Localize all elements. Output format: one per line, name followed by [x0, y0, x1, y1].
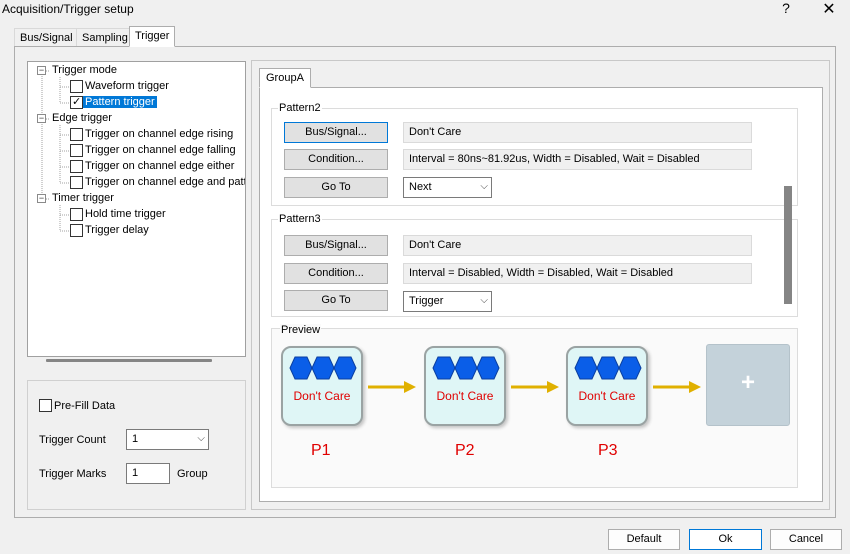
- trigger-count-label: Trigger Count: [39, 434, 106, 446]
- edge-either-checkbox[interactable]: [70, 160, 83, 173]
- pattern-block-p1[interactable]: Don't Care: [281, 346, 363, 426]
- pattern-block-text: Don't Care: [436, 389, 494, 403]
- trigger-count-value: 1: [132, 433, 139, 445]
- tree-item-trigger-delay[interactable]: Trigger delay: [85, 223, 149, 239]
- arrow-right-icon: [511, 381, 559, 393]
- trigger-marks-input[interactable]: 1: [126, 463, 170, 484]
- arrow-right-icon: [653, 381, 701, 393]
- pattern2-condition-button[interactable]: Condition...: [284, 149, 388, 170]
- ok-button[interactable]: Ok: [689, 529, 762, 550]
- pattern2-goto-select[interactable]: Next ⌵: [403, 177, 492, 198]
- tab-groupa[interactable]: GroupA: [259, 68, 311, 88]
- cancel-button[interactable]: Cancel: [770, 529, 842, 550]
- pattern2-bus-signal-button[interactable]: Bus/Signal...: [284, 122, 388, 143]
- pattern-block-text: Don't Care: [578, 389, 636, 403]
- pattern3-goto-button[interactable]: Go To: [284, 290, 388, 311]
- pattern3-condition-button[interactable]: Condition...: [284, 263, 388, 284]
- pattern3-bus-signal-button[interactable]: Bus/Signal...: [284, 235, 388, 256]
- tree-item-hold-time[interactable]: Hold time trigger: [85, 207, 166, 223]
- pattern2-goto-value: Next: [409, 181, 432, 193]
- pattern-block-p2[interactable]: Don't Care: [424, 346, 506, 426]
- pattern3-bus-signal-value: Don't Care: [403, 235, 752, 256]
- pattern-label-p3: P3: [598, 442, 618, 459]
- trigger-delay-checkbox[interactable]: [70, 224, 83, 237]
- pattern2-condition-value: Interval = 80ns~81.92us, Width = Disable…: [403, 149, 752, 170]
- pattern2-goto-button[interactable]: Go To: [284, 177, 388, 198]
- hexagon-icon: [289, 356, 357, 380]
- pattern-block-text: Don't Care: [293, 389, 351, 403]
- close-button[interactable]: ✕: [818, 0, 840, 19]
- tree-item-edge-and-pattern[interactable]: Trigger on channel edge and patt: [85, 175, 245, 191]
- tree-horizontal-scrollbar[interactable]: [46, 359, 212, 362]
- edge-and-pattern-checkbox[interactable]: [70, 176, 83, 189]
- edge-falling-checkbox[interactable]: [70, 144, 83, 157]
- tree-group-timer-trigger[interactable]: Timer trigger: [52, 191, 114, 207]
- edge-rising-checkbox[interactable]: [70, 128, 83, 141]
- chevron-down-icon: ⌵: [480, 181, 488, 192]
- tree-item-edge-falling[interactable]: Trigger on channel edge falling: [85, 143, 236, 159]
- trigger-tree: − Trigger mode Waveform trigger Pattern …: [27, 61, 246, 357]
- collapse-icon[interactable]: −: [37, 66, 46, 75]
- pattern-block-p3[interactable]: Don't Care: [566, 346, 648, 426]
- trigger-marks-label: Trigger Marks: [39, 468, 107, 480]
- pattern3-condition-value: Interval = Disabled, Width = Disabled, W…: [403, 263, 752, 284]
- tree-item-edge-rising[interactable]: Trigger on channel edge rising: [85, 127, 233, 143]
- waveform-trigger-checkbox[interactable]: [70, 80, 83, 93]
- tab-sampling[interactable]: Sampling: [76, 28, 134, 46]
- collapse-icon[interactable]: −: [37, 114, 46, 123]
- tab-trigger[interactable]: Trigger: [129, 26, 176, 47]
- prefill-label: Pre-Fill Data: [54, 400, 116, 412]
- plus-icon: +: [740, 369, 755, 396]
- preview-title: Preview: [280, 324, 322, 336]
- tree-item-waveform-trigger[interactable]: Waveform trigger: [85, 79, 169, 95]
- window-title: Acquisition/Trigger setup: [2, 2, 134, 16]
- help-button[interactable]: ?: [778, 0, 794, 18]
- prefill-checkbox[interactable]: [39, 399, 52, 412]
- hexagon-icon: [574, 356, 642, 380]
- pattern-label-p2: P2: [455, 442, 475, 459]
- trigger-count-select[interactable]: 1 ⌵: [126, 429, 209, 450]
- hold-time-checkbox[interactable]: [70, 208, 83, 221]
- collapse-icon[interactable]: −: [37, 194, 46, 203]
- hexagon-icon: [432, 356, 500, 380]
- tree-group-edge-trigger[interactable]: Edge trigger: [52, 111, 112, 127]
- patterns-vertical-scrollbar[interactable]: [784, 186, 792, 304]
- arrow-right-icon: [368, 381, 416, 393]
- pattern3-goto-select[interactable]: Trigger ⌵: [403, 291, 492, 312]
- chevron-down-icon: ⌵: [480, 295, 488, 306]
- tree-item-label-selected: Pattern trigger: [83, 96, 157, 108]
- tree-item-edge-either[interactable]: Trigger on channel edge either: [85, 159, 234, 175]
- pattern2-title: Pattern2: [278, 102, 322, 114]
- pattern-label-p1: P1: [311, 442, 331, 459]
- tab-bus-signal[interactable]: Bus/Signal: [14, 28, 79, 46]
- pattern3-title: Pattern3: [278, 213, 322, 225]
- pattern3-goto-value: Trigger: [409, 295, 444, 307]
- chevron-down-icon: ⌵: [197, 433, 205, 444]
- add-pattern-button[interactable]: +: [706, 344, 790, 426]
- default-button[interactable]: Default: [608, 529, 680, 550]
- pattern2-bus-signal-value: Don't Care: [403, 122, 752, 143]
- tree-item-pattern-trigger[interactable]: Pattern trigger: [83, 95, 157, 111]
- tree-group-trigger-mode[interactable]: Trigger mode: [52, 63, 117, 79]
- pattern-trigger-checkbox[interactable]: [70, 95, 83, 109]
- trigger-marks-unit: Group: [177, 468, 208, 480]
